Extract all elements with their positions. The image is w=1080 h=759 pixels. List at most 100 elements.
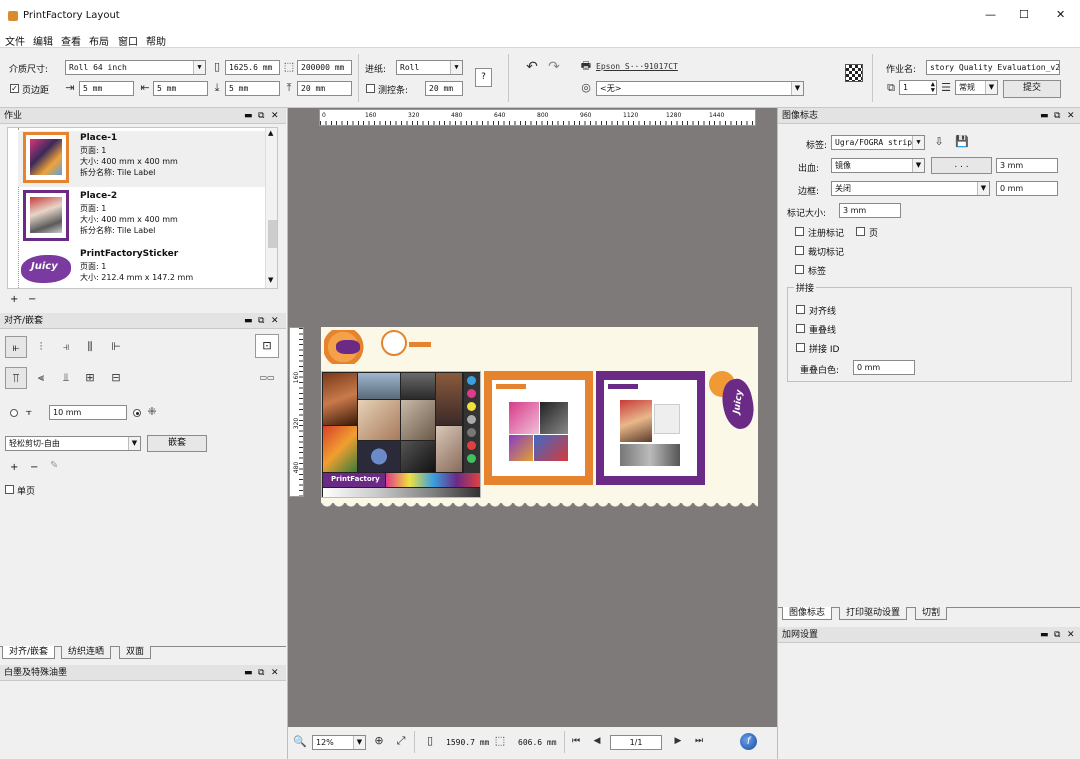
add-job-button[interactable]: +: [10, 294, 18, 305]
media-width-field[interactable]: 1625.6 mm: [225, 60, 280, 75]
feed-select[interactable]: Roll ▼: [396, 60, 463, 75]
spacing-field[interactable]: 10 mm: [49, 405, 127, 420]
scroll-thumb[interactable]: [268, 220, 277, 248]
import-icon[interactable]: ⇩: [932, 135, 946, 149]
last-page-icon[interactable]: ⏭: [693, 734, 705, 748]
close-icon[interactable]: ✕: [271, 313, 279, 329]
align-left-icon[interactable]: ⫦: [5, 336, 27, 358]
placement-1[interactable]: [484, 371, 593, 485]
align-spacing-h-icon[interactable]: ⊩: [108, 340, 124, 354]
zoom-out-icon[interactable]: 🔍: [293, 735, 307, 749]
media-size-select[interactable]: Roll 64 inch ▼: [65, 60, 206, 75]
close-icon[interactable]: ✕: [1067, 627, 1075, 643]
spinner-icon[interactable]: ▲ ▼: [931, 81, 935, 94]
align-top-icon[interactable]: ⫪: [5, 367, 27, 389]
float-icon[interactable]: ⧉: [1054, 108, 1060, 124]
remove-job-button[interactable]: −: [28, 294, 36, 305]
redo-icon[interactable]: ↷: [546, 60, 562, 74]
media-length-field[interactable]: 200000 mm: [297, 60, 352, 75]
margin-checkbox[interactable]: ✓: [10, 84, 19, 93]
float-icon[interactable]: ⧉: [1054, 627, 1060, 643]
tile-id-checkbox[interactable]: [796, 343, 805, 352]
test-strip-field[interactable]: 20 mm: [425, 81, 463, 96]
media-sheet[interactable]: PrintFactory Juicy: [321, 327, 758, 503]
margin-top-field[interactable]: 20 mm: [297, 81, 352, 96]
globe-icon[interactable]: f: [740, 733, 757, 750]
more-icon[interactable]: ▭▭: [256, 371, 278, 385]
maximize-button[interactable]: ☐: [1019, 8, 1029, 21]
save-icon[interactable]: 💾: [955, 135, 969, 149]
collapse-icon[interactable]: ▬: [1040, 108, 1049, 124]
align-center-v-icon[interactable]: ⫷: [33, 371, 49, 385]
border-select[interactable]: 关闭 ▼: [831, 181, 990, 196]
reg-marks-checkbox[interactable]: [795, 227, 804, 236]
overlap-white-field[interactable]: 0 mm: [853, 360, 915, 375]
priority-select[interactable]: 常规 ▼: [955, 80, 998, 95]
align-spacing-v-icon[interactable]: ⊟: [108, 371, 124, 385]
auto-arrange-icon[interactable]: ⊡: [255, 334, 279, 358]
spacing-radio-a[interactable]: [10, 409, 18, 417]
collapse-icon[interactable]: ▬: [244, 665, 253, 681]
menu-edit[interactable]: 编辑: [33, 33, 53, 48]
zoom-in-icon[interactable]: ⊕: [372, 734, 386, 748]
tab-textile[interactable]: 纺织连晒: [61, 646, 112, 659]
job-name-field[interactable]: story Quality Evaluation_v2: [926, 60, 1060, 75]
margin-bottom-field[interactable]: 5 mm: [225, 81, 280, 96]
minimize-button[interactable]: —: [985, 8, 996, 21]
label-select[interactable]: Ugra/FOGRA strip ▼: [831, 135, 925, 150]
bleed-size-field[interactable]: 3 mm: [996, 158, 1058, 173]
printer-link[interactable]: Epson S···91017CT: [596, 62, 678, 71]
mark-size-field[interactable]: 3 mm: [839, 203, 901, 218]
close-icon[interactable]: ✕: [271, 665, 279, 681]
next-page-icon[interactable]: ▶: [672, 734, 684, 748]
border-size-field[interactable]: 0 mm: [996, 181, 1058, 196]
float-icon[interactable]: ⧉: [258, 665, 264, 681]
menu-layout[interactable]: 布局: [89, 33, 109, 48]
page-checkbox[interactable]: [856, 227, 865, 236]
margin-right-field[interactable]: 5 mm: [153, 81, 208, 96]
zoom-select[interactable]: 12% ▼: [312, 735, 366, 750]
margin-left-field[interactable]: 5 mm: [79, 81, 134, 96]
submit-button[interactable]: 提交: [1003, 80, 1061, 98]
placement-2[interactable]: [596, 371, 705, 485]
single-page-checkbox[interactable]: [5, 485, 14, 494]
bleed-select[interactable]: 镜像 ▼: [831, 158, 925, 173]
distribute-h-icon[interactable]: ⫼: [82, 340, 98, 354]
job-item-sticker[interactable]: Juicy PrintFactorySticker 页面: 1 大小: 212.…: [18, 247, 274, 288]
add-nest-button[interactable]: +: [10, 462, 18, 473]
tab-align-nest[interactable]: 对齐/嵌套: [2, 646, 56, 659]
collapse-icon[interactable]: ▬: [244, 313, 253, 329]
jobs-scrollbar[interactable]: ▲ ▼: [265, 128, 277, 288]
scroll-down-icon[interactable]: ▼: [268, 276, 273, 284]
align-center-h-icon[interactable]: ⫶: [33, 340, 49, 354]
crop-marks-checkbox[interactable]: [795, 246, 804, 255]
close-icon[interactable]: ✕: [271, 108, 279, 124]
menu-view[interactable]: 查看: [61, 33, 81, 48]
overlap-lines-checkbox[interactable]: [796, 324, 805, 333]
tab-image-marks[interactable]: 图像标志: [782, 607, 833, 620]
finish-flag-icon[interactable]: [845, 64, 863, 82]
remove-nest-button[interactable]: −: [30, 462, 38, 473]
collapse-icon[interactable]: ▬: [1040, 627, 1049, 643]
first-page-icon[interactable]: ⏮: [570, 734, 582, 748]
menu-file[interactable]: 文件: [5, 33, 25, 48]
align-lines-checkbox[interactable]: [796, 305, 805, 314]
test-strip-checkbox[interactable]: [366, 84, 375, 93]
sticker-juicy[interactable]: Juicy: [709, 371, 758, 432]
align-bottom-icon[interactable]: ⫫: [58, 371, 74, 385]
tab-driver-settings[interactable]: 打印驱动设置: [839, 607, 908, 620]
fit-page-icon[interactable]: ⤢: [394, 734, 408, 748]
label-checkbox[interactable]: [795, 265, 804, 274]
close-icon[interactable]: ✕: [1067, 108, 1075, 124]
float-icon[interactable]: ⧉: [258, 108, 264, 124]
canvas-area[interactable]: 0 160 320 480 640 800 960 1120 1280 1440…: [288, 108, 777, 727]
prev-page-icon[interactable]: ◀: [591, 734, 603, 748]
job-item-place-1[interactable]: Place-1 页面: 1 大小: 400 mm x 400 mm 拆分名称: …: [18, 131, 274, 187]
nest-button[interactable]: 嵌套: [147, 435, 207, 452]
align-right-icon[interactable]: ⫣: [58, 340, 74, 354]
scroll-up-icon[interactable]: ▲: [268, 129, 273, 137]
menu-help[interactable]: 帮助: [146, 33, 166, 48]
job-item-place-2[interactable]: Place-2 页面: 1 大小: 400 mm x 400 mm 拆分名称: …: [18, 189, 274, 245]
tab-cutting[interactable]: 切割: [915, 607, 948, 620]
nest-mode-select[interactable]: 轻松剪切-自由 ▼: [5, 436, 141, 451]
